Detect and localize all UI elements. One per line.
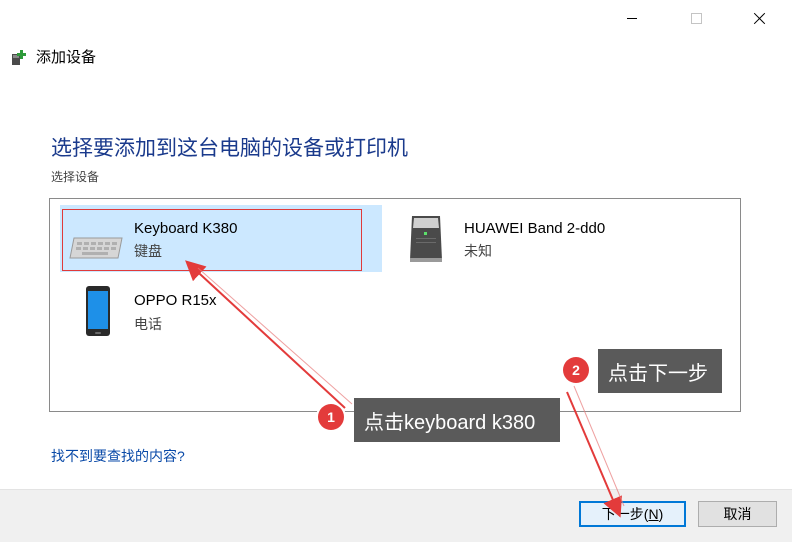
annotation-badge-2: 2 xyxy=(563,357,589,383)
annotation-badge-1: 1 xyxy=(318,404,344,430)
device-name: OPPO R15x xyxy=(134,292,217,309)
window-title: 添加设备 xyxy=(36,49,97,66)
cancel-button[interactable]: 取消 xyxy=(698,501,777,527)
app-header: 添加设备 xyxy=(10,46,96,67)
help-link[interactable]: 找不到要查找的内容? xyxy=(51,446,185,466)
selection-highlight-annotation xyxy=(62,209,362,271)
phone-icon xyxy=(86,286,110,336)
close-button[interactable] xyxy=(728,0,792,36)
device-type: 未知 xyxy=(464,243,492,259)
page-title: 选择要添加到这台电脑的设备或打印机 xyxy=(51,137,408,160)
mnemonic-letter: N xyxy=(648,506,659,522)
computer-tower-icon xyxy=(410,216,442,262)
annotation-callout-1: 点击keyboard k380 xyxy=(354,398,560,442)
minimize-button[interactable] xyxy=(600,0,664,36)
close-icon xyxy=(754,12,766,24)
minimize-icon xyxy=(627,17,637,19)
maximize-icon xyxy=(690,12,702,24)
annotation-callout-2: 点击下一步 xyxy=(598,349,722,393)
device-type: 电话 xyxy=(134,316,162,332)
title-bar-controls xyxy=(600,0,792,36)
device-name: HUAWEI Band 2-dd0 xyxy=(464,220,606,237)
add-device-icon xyxy=(12,49,26,65)
next-button[interactable]: 下一步(N) xyxy=(579,501,686,527)
page-subtitle: 选择设备 xyxy=(51,170,100,184)
maximize-button[interactable] xyxy=(664,0,728,36)
